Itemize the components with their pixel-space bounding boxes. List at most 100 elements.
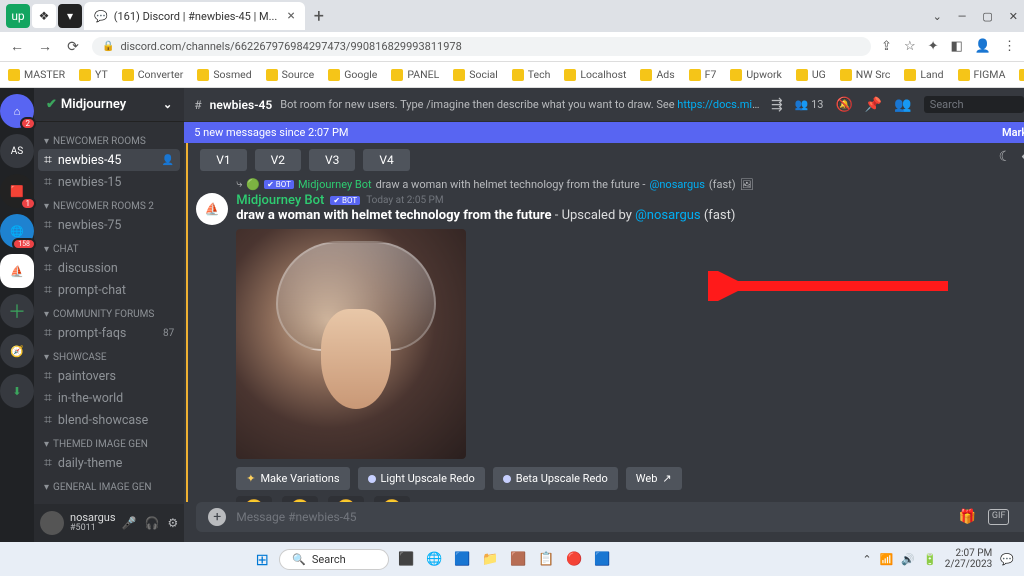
bookmark-nw src[interactable]: NW Src <box>840 68 891 81</box>
tb-app-5[interactable]: 🟫 <box>507 548 529 570</box>
taskbar-search[interactable]: 🔍 Search <box>279 549 389 570</box>
category-header[interactable]: ▾ Community Forums <box>38 301 180 322</box>
new-tab-button[interactable]: + <box>307 6 331 27</box>
bookmark-social[interactable]: Social <box>453 68 498 81</box>
share-icon[interactable]: ⇪ <box>881 39 892 54</box>
channel-prompt-chat[interactable]: ⌗prompt-chat <box>38 279 180 301</box>
bookmark-fb[interactable]: FB <box>1019 68 1024 81</box>
tab-icon-3[interactable]: ▾ <box>58 4 82 28</box>
wifi-icon[interactable]: 📶 <box>880 553 894 566</box>
reply-reference[interactable]: ⤷ 🟢 ✔ BOT Midjourney Bot draw a woman wi… <box>236 177 1024 191</box>
topic-link[interactable]: https://docs.midjourn... <box>677 98 763 111</box>
profile-icon[interactable]: 👤 <box>975 39 991 54</box>
bookmark-f7[interactable]: F7 <box>689 68 717 81</box>
variation-button-V2[interactable]: V2 <box>255 149 301 171</box>
explore-servers-button[interactable]: 🧭 <box>0 334 34 368</box>
gift-icon[interactable]: 🎁 <box>958 509 975 525</box>
close-tab-icon[interactable]: × <box>287 8 294 24</box>
extensions-icon[interactable]: ✦ <box>928 39 939 54</box>
message-author[interactable]: Midjourney Bot <box>236 193 324 208</box>
message-input[interactable]: + Message #newbies-45 🎁 GIF 🗒 😊 <box>196 502 1024 532</box>
gif-icon[interactable]: GIF <box>988 509 1010 525</box>
variation-button-V3[interactable]: V3 <box>309 149 355 171</box>
menu-icon[interactable]: ⋮ <box>1003 39 1016 54</box>
close-window-icon[interactable]: ✕ <box>1009 10 1018 23</box>
channel-blend-showcase[interactable]: ⌗blend-showcase <box>38 409 180 431</box>
sidepanel-icon[interactable]: ◧ <box>951 39 963 54</box>
bookmark-google[interactable]: Google <box>328 68 377 81</box>
channel-in-the-world[interactable]: ⌗in-the-world <box>38 387 180 409</box>
taskbar-clock[interactable]: 2:07 PM2/27/2023 <box>945 548 993 570</box>
bookmark-upwork[interactable]: Upwork <box>730 68 781 81</box>
bookmark-tech[interactable]: Tech <box>512 68 551 81</box>
star-icon[interactable]: ☆ <box>904 39 916 54</box>
guild-flag[interactable]: 🟥1 <box>0 174 34 208</box>
minimize-icon[interactable]: — <box>958 10 967 23</box>
forward-icon[interactable]: → <box>36 38 54 55</box>
pinned-icon[interactable]: 📌 <box>865 97 882 113</box>
generated-image[interactable] <box>236 229 466 459</box>
tb-app-8[interactable]: 🟦 <box>591 548 613 570</box>
deafen-icon[interactable]: 🎧 <box>145 516 160 530</box>
url-input[interactable]: 🔒 discord.com/channels/66226797698429747… <box>92 37 871 56</box>
settings-icon[interactable]: ⚙ <box>167 516 178 530</box>
bookmark-localhost[interactable]: Localhost <box>564 68 626 81</box>
start-button[interactable]: ⊞ <box>251 548 273 570</box>
channel-paintovers[interactable]: ⌗paintovers <box>38 365 180 387</box>
bookmark-ug[interactable]: UG <box>796 68 826 81</box>
chevron-down-icon[interactable]: ⌄ <box>933 10 942 23</box>
home-guild[interactable]: ⌂2 <box>0 94 34 128</box>
maximize-icon[interactable]: ▢ <box>982 10 992 23</box>
channel-newbies-45[interactable]: ⌗newbies-45👤 <box>38 149 180 171</box>
channel-newbies-15[interactable]: ⌗newbies-15 <box>38 171 180 193</box>
bookmark-panel[interactable]: PANEL <box>391 68 439 81</box>
active-tab[interactable]: 💬 (161) Discord | #newbies-45 | M... × <box>84 2 305 30</box>
bookmark-converter[interactable]: Converter <box>122 68 184 81</box>
variation-button-V4[interactable]: V4 <box>363 149 409 171</box>
bookmark-ads[interactable]: Ads <box>640 68 674 81</box>
server-header[interactable]: ✔ Midjourney ⌄ <box>34 88 184 122</box>
category-header[interactable]: ▾ Showcase <box>38 344 180 365</box>
action-button[interactable]: ✦Make Variations <box>236 467 349 490</box>
reload-icon[interactable]: ⟳ <box>64 39 82 55</box>
members-icon[interactable]: 👥 <box>894 97 911 113</box>
category-header[interactable]: ▾ General Image Gen <box>38 474 180 495</box>
add-server-button[interactable]: ＋ <box>0 294 34 328</box>
bookmark-master[interactable]: MASTER <box>8 68 65 81</box>
user-avatar[interactable] <box>40 511 64 535</box>
category-header[interactable]: ▾ Newcomer Rooms 2 <box>38 193 180 214</box>
guild-globe[interactable]: 🌐158 <box>0 214 34 248</box>
mention[interactable]: @nosargus <box>635 208 701 223</box>
notification-icon[interactable]: 🔕 <box>835 97 852 113</box>
tb-explorer[interactable]: 📁 <box>479 548 501 570</box>
category-header[interactable]: ▾ Chat <box>38 236 180 257</box>
battery-icon[interactable]: 🔋 <box>923 553 937 566</box>
channel-daily-theme[interactable]: ⌗daily-theme <box>38 452 180 474</box>
new-messages-banner[interactable]: 5 new messages since 2:07 PM Mark As Rea… <box>184 122 1024 143</box>
tab-icon-1[interactable]: up <box>6 4 30 28</box>
threads-icon[interactable]: ⇶ <box>771 97 783 113</box>
reaction-button[interactable]: 😃 <box>328 496 364 502</box>
tb-app-3[interactable]: 🟦 <box>451 548 473 570</box>
action-button[interactable]: Web ↗ <box>626 467 682 490</box>
channel-discussion[interactable]: ⌗discussion <box>38 257 180 279</box>
bookmark-figma[interactable]: FIGMA <box>958 68 1006 81</box>
volume-icon[interactable]: 🔊 <box>901 553 915 566</box>
tab-icon-2[interactable]: ❖ <box>32 4 56 28</box>
tb-app-1[interactable]: ⬛ <box>395 548 417 570</box>
channel-prompt-faqs[interactable]: ⌗prompt-faqs87 <box>38 322 180 344</box>
bookmark-yt[interactable]: YT <box>79 68 108 81</box>
tb-app-6[interactable]: 📋 <box>535 548 557 570</box>
variation-button-V1[interactable]: V1 <box>200 149 246 171</box>
tray-chevron-icon[interactable]: ⌃ <box>862 553 871 566</box>
reaction-button[interactable]: 😉 <box>236 496 272 502</box>
notifications-icon[interactable]: 💬 <box>1000 553 1014 566</box>
mute-icon[interactable]: 🎤 <box>122 516 137 530</box>
category-header[interactable]: ▾ Newcomer Rooms <box>38 128 180 149</box>
category-header[interactable]: ▾ Themed Image Gen <box>38 431 180 452</box>
tb-edge[interactable]: 🌐 <box>423 548 445 570</box>
download-apps-button[interactable]: ⬇ <box>0 374 34 408</box>
tb-chrome[interactable]: 🔴 <box>563 548 585 570</box>
reaction-icon[interactable]: ☾ <box>999 149 1012 165</box>
action-button[interactable]: Beta Upscale Redo <box>493 467 618 490</box>
